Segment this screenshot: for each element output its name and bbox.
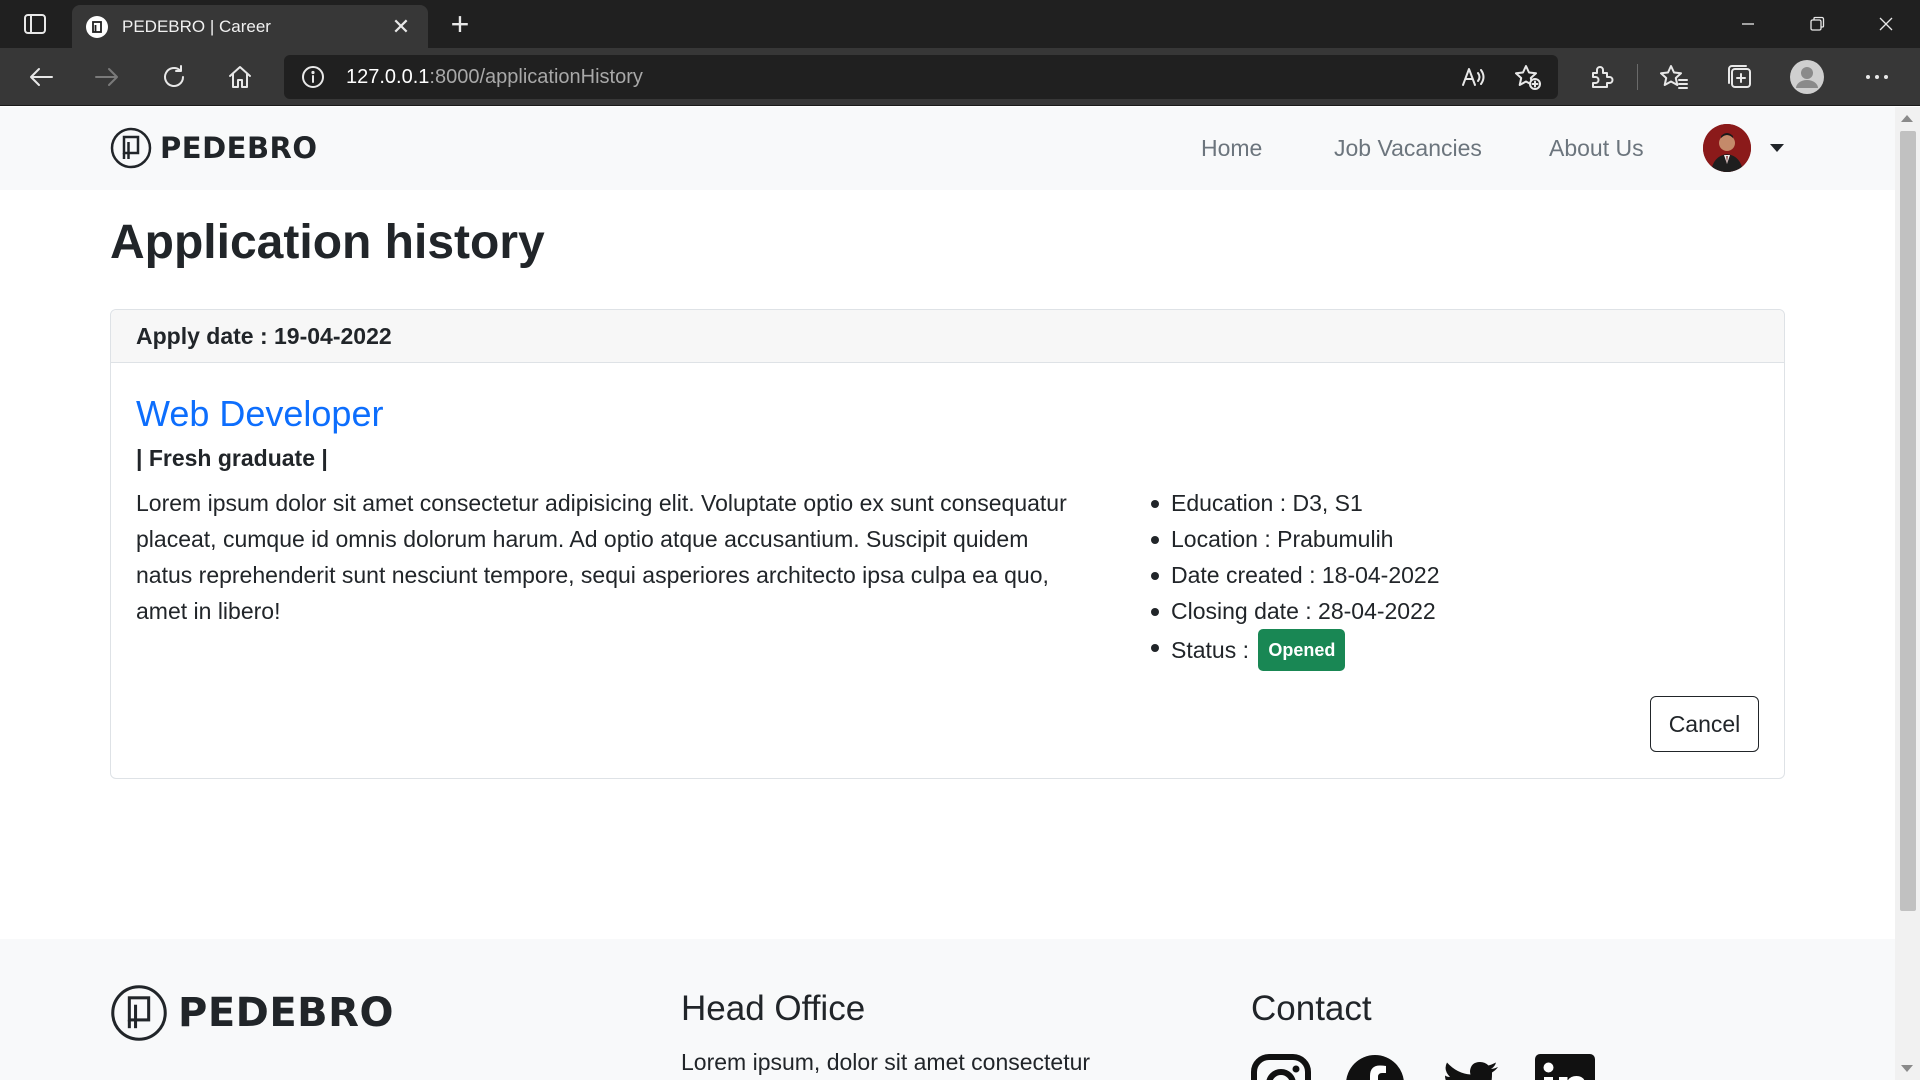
job-type: | Fresh graduate | — [136, 445, 328, 471]
nav-job-vacancies[interactable]: Job Vacancies — [1334, 135, 1482, 162]
tab-title: PEDEBRO | Career — [122, 16, 271, 36]
site-navbar: PEDEBRO Home Job Vacancies About Us — [0, 107, 1895, 190]
job-title-link[interactable]: Web Developer — [136, 393, 383, 435]
more-options-icon[interactable] — [1858, 58, 1896, 96]
nav-home[interactable]: Home — [1201, 135, 1262, 162]
page-viewport: PEDEBRO Home Job Vacancies About Us Appl… — [0, 107, 1895, 1080]
url-text[interactable]: 127.0.0.1:8000/applicationHistory — [346, 66, 643, 89]
tab-actions-icon[interactable] — [18, 10, 52, 38]
apply-date-header: Apply date : 19-04-2022 — [111, 310, 1784, 363]
tab-close-icon[interactable]: ✕ — [388, 14, 414, 40]
site-info-icon[interactable] — [300, 64, 326, 90]
scrollbar-thumb[interactable] — [1900, 131, 1916, 911]
home-icon[interactable] — [221, 58, 259, 96]
job-description: Lorem ipsum dolor sit amet consectetur a… — [136, 490, 1067, 624]
browser-toolbar: 127.0.0.1:8000/applicationHistory — [0, 48, 1920, 106]
back-icon[interactable] — [22, 58, 60, 96]
extensions-icon[interactable] — [1582, 58, 1620, 96]
brand-name: PEDEBRO — [160, 131, 318, 165]
footer-logo-icon — [111, 985, 167, 1041]
cancel-application-button[interactable]: Cancel — [1650, 696, 1759, 752]
minimize-button[interactable] — [1713, 0, 1782, 48]
forward-icon[interactable] — [88, 58, 126, 96]
head-office-text: Lorem ipsum, dolor sit amet consectetur — [681, 1049, 1091, 1075]
toolbar-divider — [1637, 64, 1638, 90]
scroll-up-icon[interactable] — [1901, 115, 1913, 122]
contact-heading: Contact — [1251, 989, 1372, 1028]
page-title: Application history — [110, 216, 545, 269]
detail-date-created: Date created : 18-04-2022 — [1151, 557, 1440, 593]
nav-about-us[interactable]: About Us — [1549, 135, 1644, 162]
user-avatar[interactable] — [1703, 124, 1751, 172]
page-scrollbar[interactable] — [1895, 107, 1920, 1080]
twitter-icon[interactable] — [1440, 1054, 1500, 1080]
read-aloud-icon[interactable] — [1456, 59, 1492, 95]
collections-icon[interactable] — [1721, 58, 1759, 96]
new-tab-button[interactable]: + — [442, 6, 478, 42]
browser-tab[interactable]: PEDEBRO | Career ✕ — [72, 5, 428, 48]
detail-closing-date: Closing date : 28-04-2022 — [1151, 593, 1440, 629]
site-footer: PEDEBRO Head Office Lorem ipsum, dolor s… — [0, 939, 1895, 1080]
site-favicon-icon — [86, 15, 108, 38]
navbar-brand[interactable]: PEDEBRO — [110, 127, 318, 169]
head-office-heading: Head Office — [681, 989, 866, 1028]
linkedin-icon[interactable] — [1535, 1054, 1595, 1080]
favorites-icon[interactable] — [1655, 58, 1693, 96]
pedebro-logo-icon — [110, 127, 152, 169]
detail-education: Education : D3, S1 — [1151, 485, 1440, 521]
footer-brand: PEDEBRO — [110, 984, 394, 1042]
application-card: Apply date : 19-04-2022 Web Developer | … — [110, 309, 1785, 779]
restore-button[interactable] — [1782, 0, 1851, 48]
job-details-list: Education : D3, S1 Location : Prabumulih… — [1151, 485, 1440, 671]
footer-brand-name: PEDEBRO — [178, 990, 394, 1036]
browser-titlebar: PEDEBRO | Career ✕ + — [0, 0, 1920, 48]
detail-status: Status : Opened — [1151, 629, 1440, 671]
scroll-down-icon[interactable] — [1901, 1065, 1913, 1072]
profile-icon[interactable] — [1788, 58, 1826, 96]
address-bar[interactable]: 127.0.0.1:8000/applicationHistory — [284, 55, 1558, 99]
detail-location: Location : Prabumulih — [1151, 521, 1440, 557]
status-badge: Opened — [1258, 629, 1346, 671]
user-dropdown-caret-icon[interactable] — [1770, 144, 1784, 152]
facebook-icon[interactable] — [1345, 1054, 1405, 1080]
close-window-button[interactable] — [1851, 0, 1920, 48]
add-favorite-icon[interactable] — [1510, 59, 1546, 95]
instagram-icon[interactable] — [1251, 1054, 1311, 1080]
refresh-icon[interactable] — [155, 58, 193, 96]
status-label: Status : — [1171, 637, 1249, 663]
